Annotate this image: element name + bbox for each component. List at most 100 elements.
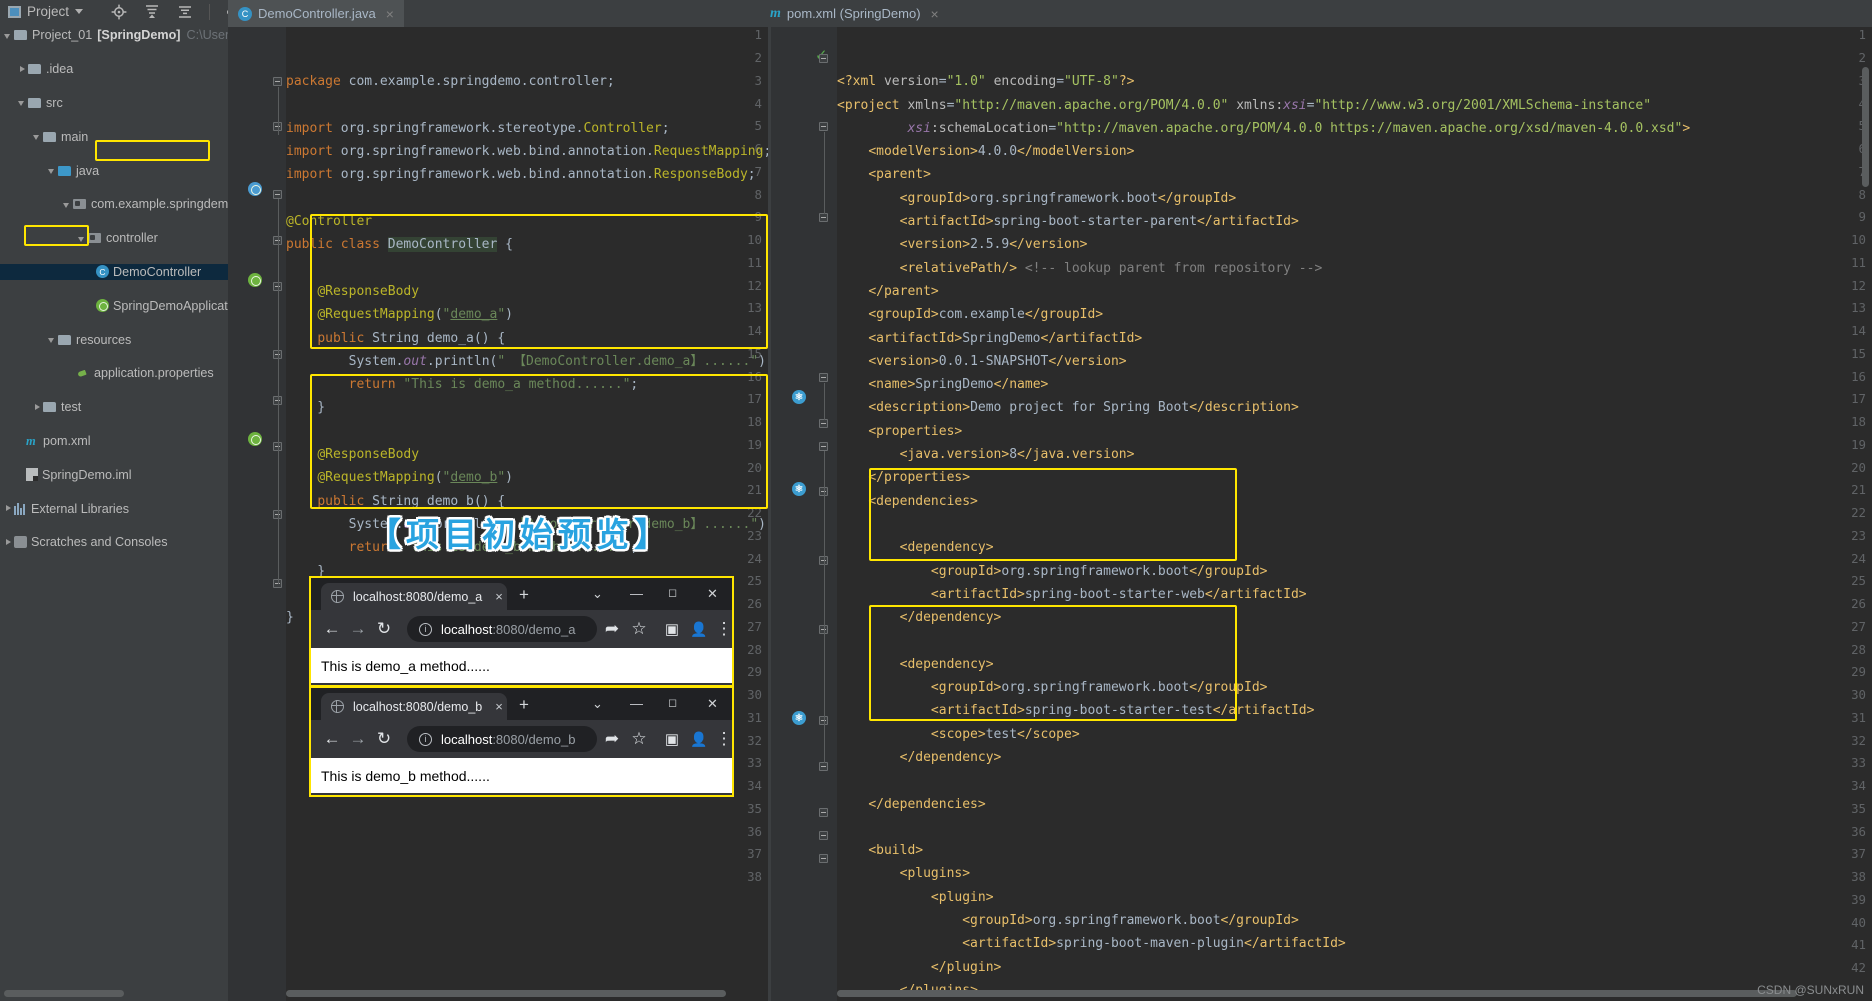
- browser-window-demo-b[interactable]: localhost:8080/demo_b × + ⌄ — ◻ ✕ ← → ↻ …: [309, 686, 734, 797]
- close-icon[interactable]: ×: [386, 6, 394, 22]
- project-tree-panel[interactable]: Project_01 [SpringDemo] C:\Users\SUN .id…: [0, 27, 228, 1001]
- chevron-down-icon[interactable]: [77, 233, 88, 244]
- chevron-down-icon[interactable]: [3, 30, 14, 41]
- browser-page-content-b: This is demo_b method......: [311, 758, 732, 793]
- tab-pom-xml[interactable]: m pom.xml (SpringDemo) ×: [760, 0, 949, 27]
- fold-handle-properties-end[interactable]: [819, 419, 828, 428]
- maximize-icon[interactable]: ◻: [668, 696, 677, 709]
- pom-source-code[interactable]: <?xml version="1.0" encoding="UTF-8"?> <…: [837, 47, 1690, 1001]
- close-icon[interactable]: ×: [495, 589, 503, 604]
- sidebar-horizontal-scrollbar[interactable]: [4, 990, 124, 997]
- java-editor-horizontal-scrollbar[interactable]: [286, 990, 726, 997]
- new-tab-button[interactable]: +: [519, 586, 529, 603]
- fold-handle-imports[interactable]: [273, 77, 282, 86]
- tree-label: resources: [76, 332, 132, 347]
- sidebar-item-idea[interactable]: .idea: [0, 61, 228, 78]
- maven-dependency-icon[interactable]: ⚛: [792, 711, 806, 725]
- address-bar[interactable]: i localhost:8080/demo_b: [407, 726, 597, 752]
- sidebar-item-pom-xml[interactable]: m pom.xml: [0, 433, 228, 450]
- fold-handle-dependencies-end[interactable]: [819, 762, 828, 771]
- bookmark-star-icon[interactable]: ☆: [626, 729, 652, 749]
- chevron-down-icon[interactable]: [62, 199, 73, 210]
- fold-handle-build[interactable]: [819, 808, 828, 817]
- chevron-right-icon[interactable]: [3, 503, 14, 514]
- sidebar-item-src[interactable]: src: [0, 95, 228, 112]
- fold-handle-project[interactable]: [819, 54, 828, 63]
- project-tool-window-selector[interactable]: Project: [8, 4, 84, 19]
- share-icon[interactable]: ➦: [599, 619, 625, 639]
- sidebar-item-project-01[interactable]: Project_01 [SpringDemo] C:\Users\SUN: [0, 27, 228, 44]
- pom-editor-horizontal-scrollbar[interactable]: [837, 990, 1797, 997]
- fold-handle-parent[interactable]: [819, 122, 828, 131]
- chevron-down-icon[interactable]: ⌄: [592, 696, 603, 712]
- sidebar-item-external-libraries[interactable]: External Libraries: [0, 500, 228, 517]
- sidebar-item-democontroller[interactable]: C DemoController: [0, 263, 228, 281]
- sidebar-item-java[interactable]: java: [0, 162, 228, 179]
- close-window-icon[interactable]: ✕: [707, 586, 718, 602]
- sidebar-item-application-properties[interactable]: application.properties: [0, 365, 228, 382]
- browser-tab-demo-b[interactable]: localhost:8080/demo_b ×: [321, 693, 507, 720]
- chevron-down-icon[interactable]: [47, 165, 58, 176]
- profile-icon[interactable]: 👤: [686, 621, 712, 638]
- sidebar-item-springdemoapplication[interactable]: SpringDemoApplication: [0, 297, 228, 314]
- locate-icon[interactable]: [110, 3, 127, 20]
- menu-kebab-icon[interactable]: ⋮: [711, 729, 737, 749]
- sidebar-item-resources[interactable]: resources: [0, 331, 228, 348]
- forward-icon[interactable]: →: [345, 619, 371, 639]
- minimize-icon[interactable]: —: [630, 586, 643, 601]
- chevron-right-icon[interactable]: [32, 402, 43, 413]
- browser-window-demo-a[interactable]: localhost:8080/demo_a × + ⌄ — ◻ ✕ ← → ↻ …: [309, 576, 734, 687]
- close-icon[interactable]: ×: [931, 6, 939, 22]
- fold-handle-plugin[interactable]: [819, 854, 828, 863]
- reload-icon[interactable]: ↻: [371, 729, 397, 749]
- collapse-all-icon[interactable]: [176, 3, 193, 20]
- run-mapping-icon-demo-a[interactable]: [248, 273, 262, 287]
- bookmark-star-icon[interactable]: ☆: [626, 619, 652, 639]
- sidebar-item-scratches-and-consoles[interactable]: Scratches and Consoles: [0, 534, 228, 551]
- back-icon[interactable]: ←: [319, 619, 345, 639]
- site-info-icon[interactable]: i: [419, 622, 432, 636]
- pom-editor-vertical-scrollbar[interactable]: [1862, 67, 1869, 187]
- chevron-right-icon[interactable]: [17, 64, 28, 75]
- maven-dependency-icon[interactable]: ⚛: [792, 390, 806, 404]
- chevron-right-icon[interactable]: [3, 537, 14, 548]
- close-icon[interactable]: ×: [495, 699, 503, 714]
- pom-editor-panel[interactable]: ✓ 1 2 3 4 5 6 7 8 9 10 11 12 13 14 15 16…: [771, 27, 1872, 1001]
- chevron-down-icon[interactable]: [47, 334, 58, 345]
- site-info-icon[interactable]: i: [419, 732, 432, 746]
- reload-icon[interactable]: ↻: [371, 619, 397, 639]
- new-tab-button[interactable]: +: [519, 696, 529, 713]
- share-icon[interactable]: ➦: [599, 729, 625, 749]
- forward-icon[interactable]: →: [345, 729, 371, 749]
- sidebar-item-test[interactable]: test: [0, 399, 228, 416]
- maximize-icon[interactable]: ◻: [668, 586, 677, 599]
- chevron-down-icon[interactable]: [32, 131, 43, 142]
- sidebar-item-controller[interactable]: controller: [0, 230, 228, 247]
- menu-kebab-icon[interactable]: ⋮: [711, 619, 737, 639]
- sidebar-item-main[interactable]: main: [0, 128, 228, 145]
- tab-democontroller-java[interactable]: C DemoController.java ×: [228, 0, 404, 27]
- browser-tab-demo-a[interactable]: localhost:8080/demo_a ×: [321, 583, 507, 610]
- maven-dependency-icon[interactable]: ⚛: [792, 482, 806, 496]
- fold-handle-plugins[interactable]: [819, 831, 828, 840]
- fold-handle-properties[interactable]: [819, 373, 828, 382]
- tab-label: pom.xml (SpringDemo): [786, 6, 921, 21]
- source-folder-icon: [58, 165, 72, 177]
- run-spring-icon[interactable]: [248, 182, 262, 196]
- expand-all-icon[interactable]: [143, 3, 160, 20]
- chevron-down-icon[interactable]: [17, 97, 28, 108]
- sidebar-item-com-example-springdemo[interactable]: com.example.springdemo: [0, 196, 228, 213]
- fold-handle-class[interactable]: [273, 190, 282, 199]
- address-bar[interactable]: i localhost:8080/demo_a: [407, 616, 597, 642]
- sidepanel-icon[interactable]: ▣: [659, 620, 685, 638]
- fold-handle-dependencies[interactable]: [819, 442, 828, 451]
- sidebar-item-springdemo-iml[interactable]: SpringDemo.iml: [0, 466, 228, 483]
- back-icon[interactable]: ←: [319, 729, 345, 749]
- profile-icon[interactable]: 👤: [686, 731, 712, 748]
- sidepanel-icon[interactable]: ▣: [659, 730, 685, 748]
- chevron-down-icon[interactable]: ⌄: [592, 586, 603, 602]
- run-mapping-icon-demo-b[interactable]: [248, 432, 262, 446]
- close-window-icon[interactable]: ✕: [707, 696, 718, 712]
- fold-handle-parent-end[interactable]: [819, 213, 828, 222]
- minimize-icon[interactable]: —: [630, 696, 643, 711]
